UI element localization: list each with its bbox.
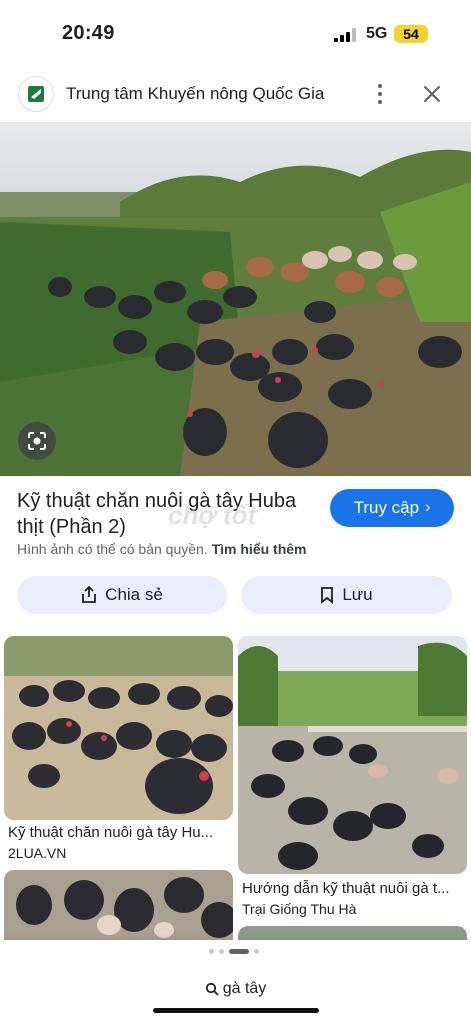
battery-indicator: 54 bbox=[394, 25, 428, 43]
copyright-notice: Hình ảnh có thể có bản quyền. Tìm hiểu t… bbox=[17, 541, 307, 557]
related-image-2[interactable] bbox=[238, 636, 467, 874]
visit-label: Truy cập bbox=[353, 498, 420, 517]
related-image-3[interactable] bbox=[4, 870, 233, 940]
battery-level: 54 bbox=[403, 26, 419, 42]
related-source-1: 2LUA.VN bbox=[8, 845, 67, 861]
save-button[interactable]: Lưu bbox=[241, 576, 452, 614]
search-icon bbox=[205, 982, 219, 996]
more-options-button[interactable] bbox=[368, 82, 392, 106]
search-query[interactable]: gà tây bbox=[0, 980, 471, 998]
learn-more-link[interactable]: Tìm hiểu thêm bbox=[212, 541, 307, 557]
home-indicator bbox=[153, 1008, 319, 1013]
bookmark-icon bbox=[321, 586, 334, 604]
site-logo[interactable] bbox=[18, 76, 54, 112]
lens-icon bbox=[28, 432, 46, 450]
related-title-1[interactable]: Kỹ thuật chăn nuôi gà tây Hu... bbox=[8, 824, 228, 841]
chevron-right-icon: › bbox=[425, 499, 431, 516]
close-icon[interactable] bbox=[420, 82, 444, 106]
related-source-2: Trại Giống Thu Hà bbox=[242, 901, 357, 917]
related-title-2[interactable]: Hướng dẫn kỹ thuật nuôi gà t... bbox=[242, 880, 464, 897]
more-vert-icon bbox=[378, 84, 382, 88]
hero-image[interactable] bbox=[0, 122, 471, 476]
related-image-4[interactable] bbox=[238, 926, 467, 940]
signal-icon bbox=[334, 28, 356, 42]
status-time: 20:49 bbox=[62, 22, 115, 44]
watermark: chợ tốt bbox=[168, 500, 257, 530]
site-logo-icon bbox=[28, 86, 44, 102]
save-label: Lưu bbox=[342, 585, 373, 604]
lens-search-button[interactable] bbox=[18, 422, 56, 460]
related-image-1[interactable] bbox=[4, 636, 233, 820]
share-button[interactable]: Chia sẻ bbox=[17, 576, 227, 614]
copyright-text: Hình ảnh có thể có bản quyền. bbox=[17, 541, 208, 557]
visit-button[interactable]: Truy cập › bbox=[330, 489, 454, 527]
share-label: Chia sẻ bbox=[105, 585, 163, 604]
page-indicator bbox=[209, 949, 259, 954]
share-icon bbox=[82, 586, 97, 603]
search-query-text: gà tây bbox=[222, 980, 267, 997]
network-type: 5G bbox=[366, 25, 388, 42]
site-title: Trung tâm Khuyến nông Quốc Gia bbox=[66, 84, 325, 103]
result-title[interactable]: Kỹ thuật chăn nuôi gà tây Huba thịt (Phầ… bbox=[17, 488, 317, 540]
